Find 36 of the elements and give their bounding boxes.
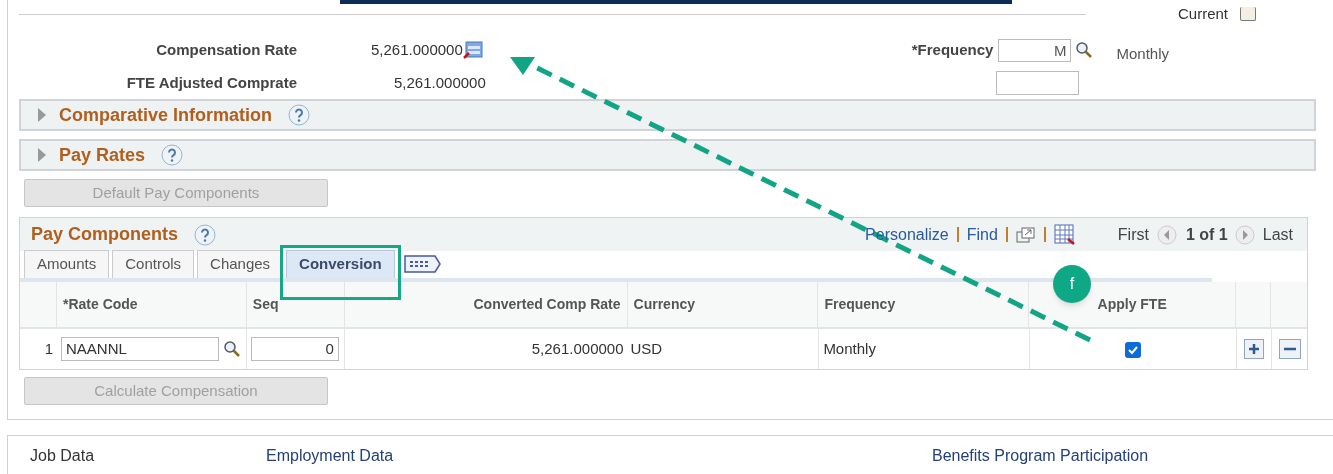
- column-header: Seq: [246, 282, 345, 327]
- footer-link[interactable]: Job Data: [30, 443, 266, 468]
- footer-link[interactable]: Employment Data: [266, 443, 932, 468]
- toolbar-link[interactable]: Personalize: [865, 222, 949, 247]
- tab[interactable]: Controls: [112, 250, 195, 278]
- column-header: Currency: [627, 282, 819, 327]
- section-title: Comparative Information: [59, 103, 273, 127]
- last-link[interactable]: Last: [1262, 222, 1293, 247]
- row-count: 1 of 1: [1185, 224, 1228, 245]
- toolbar-link[interactable]: Find: [966, 222, 998, 247]
- seq-field[interactable]: 0: [250, 337, 339, 361]
- section-header[interactable]: Pay Rates: [19, 139, 1316, 171]
- frequency-field[interactable]: M: [998, 38, 1072, 62]
- table-cell: Monthly: [818, 329, 1030, 369]
- first-link[interactable]: First: [1117, 222, 1149, 247]
- frequency-description: Monthly: [1116, 43, 1169, 64]
- column-header: Frequency: [818, 282, 1030, 327]
- annotation-badge: f: [1053, 265, 1091, 303]
- section-header[interactable]: Comparative Information: [19, 99, 1316, 131]
- column-header: Converted Comp Rate: [344, 282, 628, 327]
- field-label: *Frequency: [911, 39, 994, 60]
- field-label: Compensation Rate: [155, 39, 297, 60]
- grid-title: Pay Components: [31, 223, 179, 246]
- field-label: FTE Adjusted Comprate: [125, 72, 297, 93]
- row-number: 1: [43, 338, 54, 359]
- rate-code-field[interactable]: NAANNL: [60, 337, 219, 361]
- checkbox-label: Current: [1178, 4, 1229, 24]
- field-value: 5,261.000000: [371, 39, 463, 60]
- field-value: 5,261.000000: [394, 72, 486, 93]
- column-header: *Rate Code: [56, 282, 247, 327]
- tab[interactable]: Conversion: [286, 250, 395, 278]
- table-cell-text: 5,261.000000: [530, 338, 625, 359]
- footer-link[interactable]: Benefits Program Participation: [932, 443, 1149, 468]
- tab[interactable]: Amounts: [24, 250, 110, 278]
- section-title: Pay Rates: [59, 143, 146, 167]
- table-cell-text: USD: [629, 338, 664, 359]
